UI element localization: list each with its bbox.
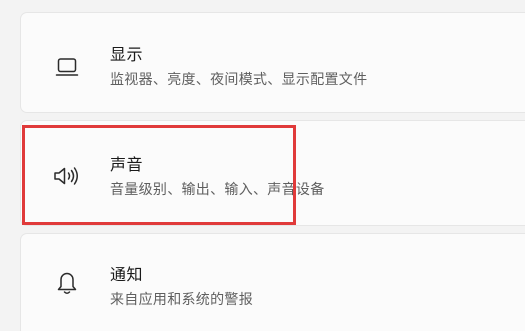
sound-title: 声音 (110, 155, 144, 174)
display-title: 显示 (110, 45, 144, 64)
bell-icon (49, 264, 85, 300)
notifications-description: 来自应用和系统的警报 (110, 292, 253, 308)
display-setting-card[interactable]: 显示 监视器、亮度、夜间模式、显示配置文件 (20, 12, 525, 113)
sound-description: 音量级别、输出、输入、声音设备 (110, 182, 325, 198)
speaker-icon (49, 158, 85, 194)
sound-setting-card[interactable]: 声音 音量级别、输出、输入、声音设备 (20, 120, 525, 226)
notifications-setting-card[interactable]: 通知 来自应用和系统的警报 (20, 233, 525, 331)
notifications-title: 通知 (110, 265, 144, 284)
monitor-icon (49, 49, 85, 85)
display-description: 监视器、亮度、夜间模式、显示配置文件 (110, 72, 368, 88)
